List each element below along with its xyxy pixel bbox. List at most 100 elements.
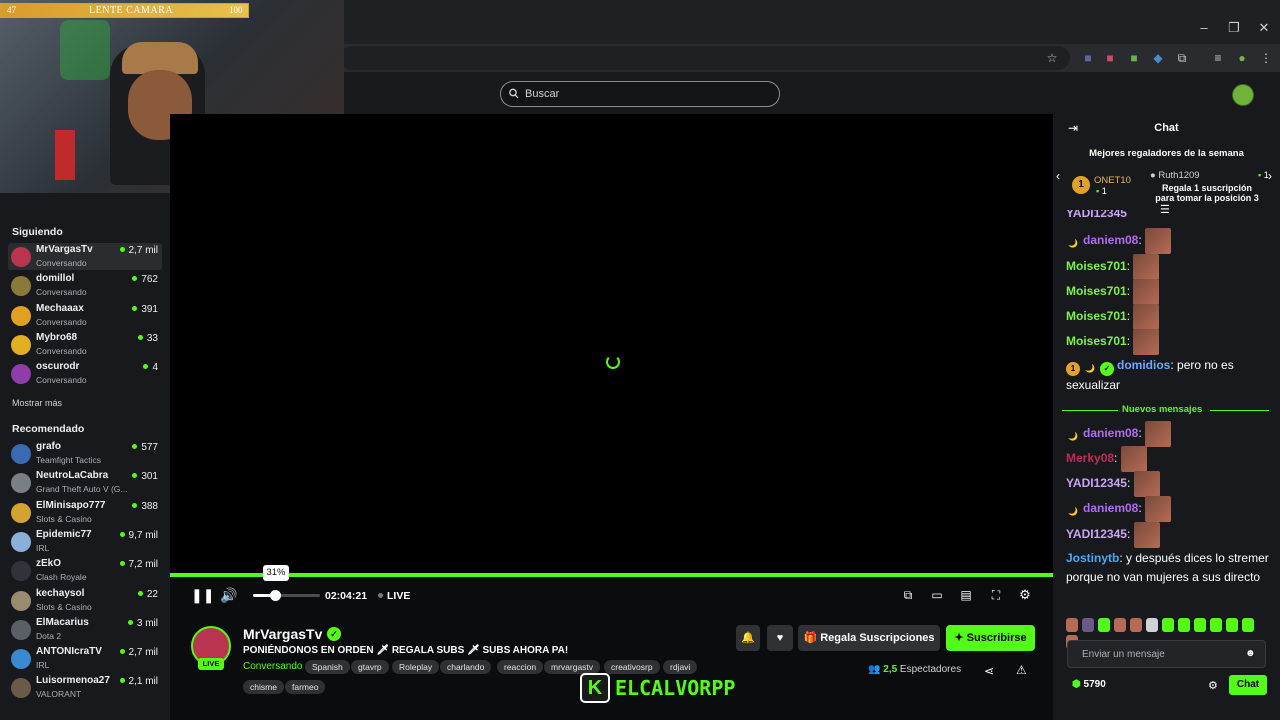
colon: : — [1170, 358, 1178, 372]
maximize-icon[interactable]: ❐ — [1222, 16, 1246, 40]
pip-icon[interactable]: ⧉ — [900, 586, 916, 604]
stream-tag[interactable]: Roleplay — [392, 660, 440, 674]
chat-username[interactable]: YADI12345 — [1066, 527, 1127, 541]
emote-icon[interactable] — [1146, 618, 1158, 632]
chat-username[interactable]: daniem08 — [1083, 233, 1138, 247]
user-avatar[interactable] — [1232, 84, 1254, 106]
extension-icon[interactable]: ■ — [1080, 50, 1096, 66]
sidebar-channel-mechaaax[interactable]: Mechaaax Conversando 391 — [8, 302, 162, 329]
stream-tag[interactable]: reaccion — [497, 660, 544, 674]
streamer-name[interactable]: MrVargasTv — [243, 626, 322, 642]
chat-settings-icon[interactable]: ⚙ — [1208, 679, 1218, 692]
emoji-icon[interactable]: ☻ — [1245, 648, 1256, 659]
sidebar-channel-luisormenoa27[interactable]: Luisormenoa27 VALORANT 2,1 mil — [8, 674, 162, 701]
menu-dots-icon[interactable]: ⋮ — [1258, 50, 1274, 66]
emote-icon[interactable] — [1178, 618, 1190, 632]
emote-icon[interactable] — [1098, 618, 1110, 632]
volume-knob[interactable] — [270, 590, 281, 601]
extension-icon[interactable]: ■ — [1126, 50, 1142, 66]
chat-message: Merky08: — [1066, 446, 1271, 472]
volume-icon[interactable]: 🔊 — [220, 586, 237, 604]
stream-category[interactable]: Conversando — [243, 661, 302, 672]
stream-tag[interactable]: rdjavi — [663, 660, 698, 674]
chat-emote — [1120, 446, 1147, 472]
chat-username[interactable]: domidios — [1117, 358, 1170, 372]
theater-mode-icon[interactable]: ▤ — [958, 586, 974, 604]
fullscreen-icon[interactable]: ⛶ — [988, 586, 1004, 604]
minimize-icon[interactable]: – — [1192, 16, 1216, 40]
gift-subs-button[interactable]: 🎁 Regala Suscripciones — [798, 625, 940, 651]
volume-slider[interactable] — [253, 594, 320, 597]
stream-tag[interactable]: chisme — [243, 680, 284, 694]
chat-username[interactable]: Merky08 — [1066, 451, 1114, 465]
chat-username[interactable]: daniem08 — [1083, 501, 1138, 515]
emote-icon[interactable] — [1114, 618, 1126, 632]
chat-username[interactable]: YADI12345 — [1066, 210, 1127, 220]
extension-icon[interactable]: ■ — [1102, 50, 1118, 66]
stream-tag[interactable]: creativosrp — [604, 660, 660, 674]
stream-tag[interactable]: Spanish — [305, 660, 350, 674]
gifter-count-value: 1 — [1263, 170, 1269, 180]
chat-username[interactable]: YADI12345 — [1066, 476, 1127, 490]
chat-input-box[interactable] — [1067, 640, 1266, 668]
emote-icon[interactable] — [1242, 618, 1254, 632]
search-box[interactable] — [500, 81, 780, 107]
sidebar-channel-elminisapo777[interactable]: ElMinisapo777 Slots & Casino 388 — [8, 499, 162, 526]
puzzle-icon[interactable]: ⧉ — [1174, 50, 1190, 66]
sidebar-channel-kechaysol[interactable]: kechaysol Slots & Casino 22 — [8, 587, 162, 614]
search-input[interactable] — [523, 85, 763, 103]
notification-bell-button[interactable]: 🔔 — [736, 625, 760, 651]
emote-icon[interactable] — [1066, 618, 1078, 632]
settings-gear-icon[interactable]: ⚙ — [1017, 586, 1033, 604]
clip-icon[interactable]: ▭ — [929, 586, 945, 604]
chat-username[interactable]: daniem08 — [1083, 426, 1138, 440]
stream-tag[interactable]: mrvargastv — [544, 660, 601, 674]
emote-icon[interactable] — [1226, 618, 1238, 632]
sidebar-channel-antonicratv[interactable]: ANTONIcraTV IRL 2,7 mil — [8, 645, 162, 672]
emote-icon[interactable] — [1210, 618, 1222, 632]
close-icon[interactable]: ✕ — [1252, 16, 1276, 40]
stream-tag[interactable]: gtavrp — [351, 660, 389, 674]
gifter-name[interactable]: ● Ruth1209 — [1150, 170, 1200, 181]
sidebar-channel-zeko[interactable]: zEkO Clash Royale 7,2 mil — [8, 557, 162, 584]
follow-button[interactable]: ♥ — [767, 625, 793, 651]
channel-points[interactable]: ⬢ 5790 — [1072, 679, 1106, 690]
green-light — [60, 20, 110, 80]
stream-tag[interactable]: charlando — [440, 660, 492, 674]
sidebar-channel-oscurodr[interactable]: oscurodr Conversando 4 — [8, 360, 162, 387]
chat-username[interactable]: Moises701 — [1066, 284, 1127, 298]
chat-username[interactable]: Jostinytb — [1066, 551, 1119, 565]
gift-cta[interactable]: Regala 1 suscripción para tomar la posic… — [1152, 183, 1262, 203]
emote-icon[interactable] — [1194, 618, 1206, 632]
url-field[interactable] — [340, 46, 1070, 70]
report-warning-icon[interactable]: ⚠ — [1016, 663, 1027, 677]
share-icon[interactable]: ⋖ — [984, 664, 994, 678]
emote-icon[interactable] — [1082, 618, 1094, 632]
chat-username[interactable]: Moises701 — [1066, 259, 1127, 273]
subscribe-button[interactable]: ✦ Suscribirse — [946, 625, 1035, 651]
sidebar-channel-grafo[interactable]: grafo Teamfight Tactics 577 — [8, 440, 162, 467]
chat-username[interactable]: Moises701 — [1066, 334, 1127, 348]
chevron-left-icon[interactable]: ‹ — [1056, 169, 1060, 183]
sidebar-channel-epidemic77[interactable]: Epidemic77 IRL 9,7 mil — [8, 528, 162, 555]
video-player[interactable] — [170, 114, 1053, 575]
sidebar-channel-mybro68[interactable]: Mybro68 Conversando 33 — [8, 331, 162, 358]
extension-icon[interactable]: ◆ — [1150, 50, 1166, 66]
stream-tag[interactable]: farmeo — [285, 680, 326, 694]
emote-icon[interactable] — [1162, 618, 1174, 632]
profile-icon[interactable]: ● — [1234, 50, 1250, 66]
sidebar-channel-domillol[interactable]: domillol Conversando 762 — [8, 272, 162, 299]
reading-list-icon[interactable]: ≡ — [1210, 50, 1226, 66]
send-chat-button[interactable]: Chat — [1229, 675, 1267, 695]
sidebar-channel-mrvargastv[interactable]: MrVargasTv Conversando 2,7 mil — [8, 243, 162, 270]
chat-username[interactable]: Moises701 — [1066, 309, 1127, 323]
live-indicator[interactable]: LIVE — [378, 590, 410, 602]
chat-input[interactable] — [1080, 646, 1240, 662]
pause-icon[interactable]: ❚❚ — [191, 586, 214, 604]
gifter-name[interactable]: ONET10 — [1094, 175, 1131, 186]
show-more-link[interactable]: Mostrar más — [12, 398, 62, 408]
emote-icon[interactable] — [1130, 618, 1142, 632]
bookmark-star-icon[interactable]: ☆ — [1044, 50, 1060, 66]
sidebar-channel-elmacarius[interactable]: ElMacarius Dota 2 3 mil — [8, 616, 162, 643]
sidebar-channel-neutrolacabra[interactable]: NeutroLaCabra Grand Theft Auto V (G... 301 — [8, 469, 162, 496]
